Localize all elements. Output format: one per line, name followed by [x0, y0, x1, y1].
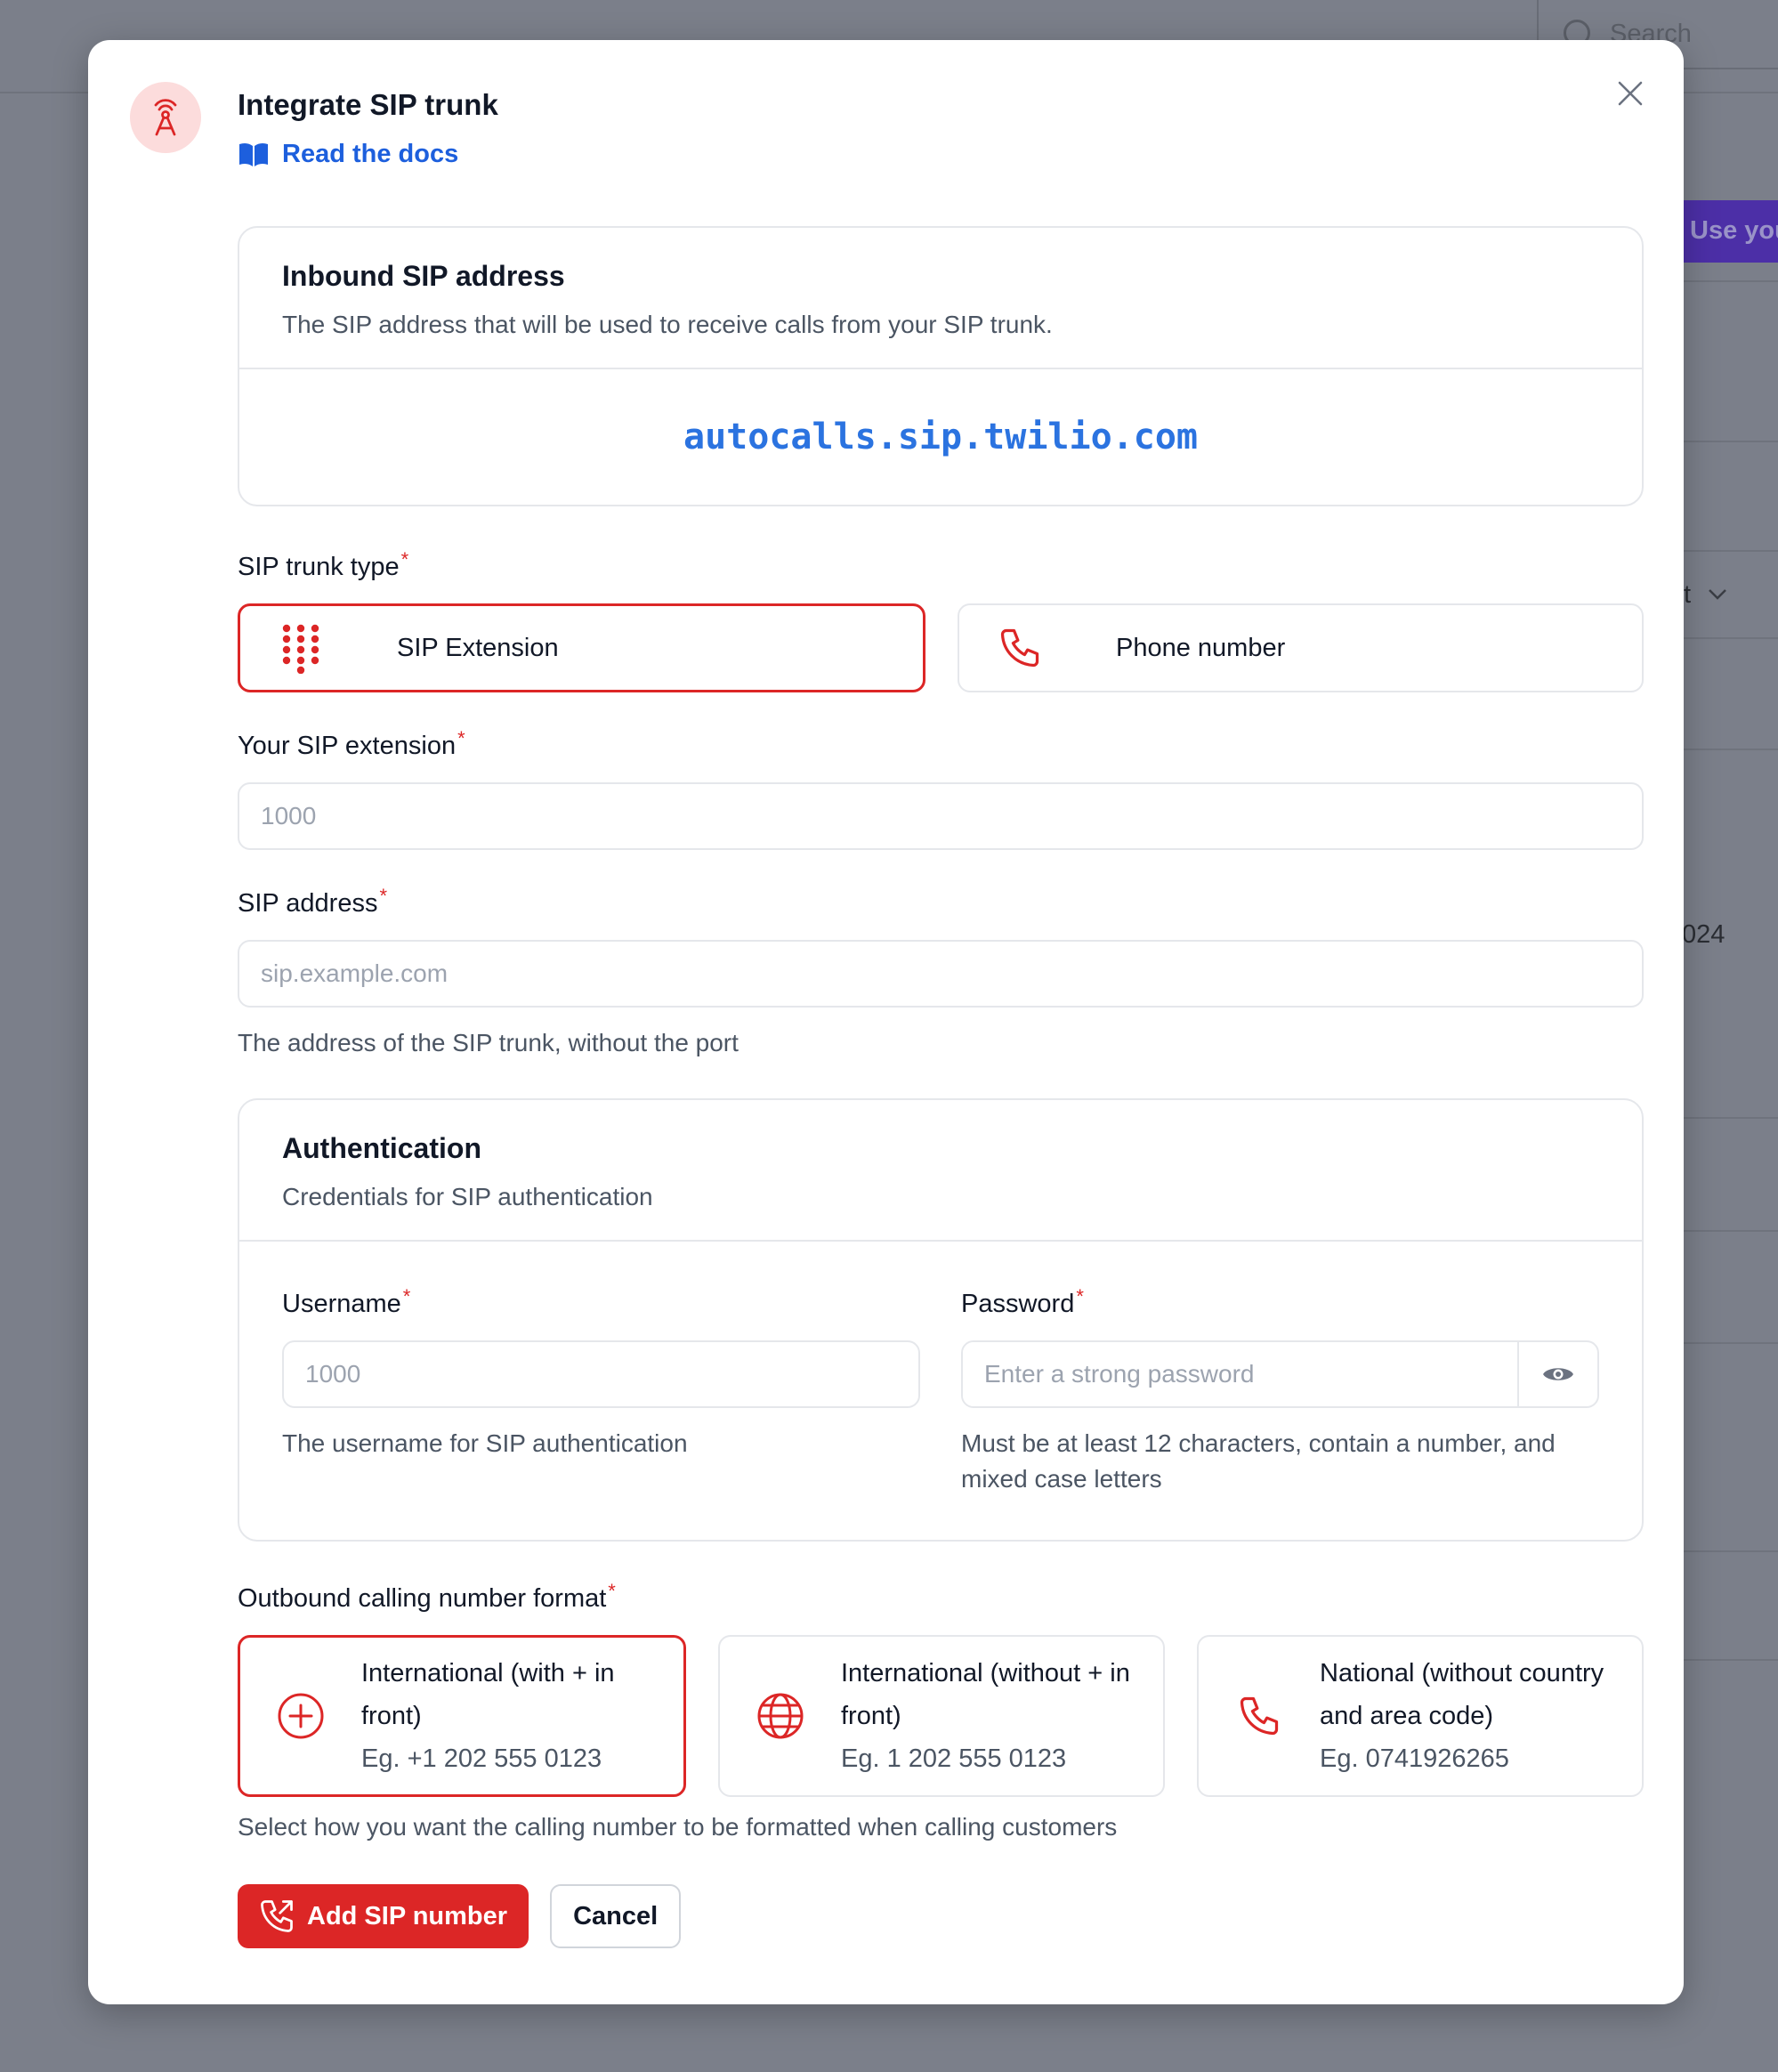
- trunk-type-options: SIP Extension Phone number: [238, 603, 1644, 692]
- trunk-type-option-phone-number[interactable]: Phone number: [958, 603, 1644, 692]
- modal-title: Integrate SIP trunk: [238, 88, 498, 121]
- required-asterisk: *: [400, 548, 409, 571]
- format-option-example: Eg. +1 202 555 0123: [361, 1744, 602, 1773]
- background-use-button: Use you: [1669, 200, 1778, 263]
- inbound-sip-subtitle: The SIP address that will be used to rec…: [282, 311, 1053, 338]
- trunk-type-label: SIP trunk type*: [238, 548, 408, 582]
- format-option-title: National (without country and area code): [1320, 1659, 1604, 1730]
- background-divider: [1682, 280, 1778, 282]
- format-option-text: International (with + in front) Eg. +1 2…: [361, 1652, 683, 1780]
- add-sip-number-button[interactable]: Add SIP number: [238, 1884, 529, 1948]
- inbound-sip-card: Inbound SIP address The SIP address that…: [238, 226, 1644, 506]
- format-option-text: International (without + in front) Eg. 1…: [841, 1652, 1163, 1780]
- sip-address-input[interactable]: [238, 940, 1644, 1008]
- username-label-text: Username: [282, 1290, 401, 1318]
- chevron-down-icon: [1709, 589, 1726, 600]
- read-docs-link[interactable]: Read the docs: [238, 140, 458, 169]
- extension-field-group: Your SIP extension*: [238, 727, 1644, 850]
- extension-label-text: Your SIP extension: [238, 732, 457, 760]
- toggle-password-visibility-button[interactable]: [1517, 1342, 1597, 1406]
- sip-address-hint: The address of the SIP trunk, without th…: [238, 1029, 739, 1056]
- sip-address-label: SIP address*: [238, 885, 387, 919]
- format-option-national[interactable]: National (without country and area code)…: [1197, 1635, 1644, 1797]
- required-asterisk: *: [402, 1285, 411, 1307]
- password-hint: Must be at least 12 characters, contain …: [961, 1429, 1556, 1493]
- header-icon-badge: [130, 82, 201, 153]
- sip-address-field-group: SIP address* The address of the SIP trun…: [238, 885, 1644, 1061]
- modal-actions: Add SIP number Cancel: [238, 1884, 1644, 1948]
- password-label: Password*: [961, 1285, 1084, 1319]
- outbound-format-label: Outbound calling number format*: [238, 1580, 616, 1614]
- username-field-group: Username* The username for SIP authentic…: [282, 1285, 920, 1497]
- username-label: Username*: [282, 1285, 410, 1319]
- inbound-sip-card-header: Inbound SIP address The SIP address that…: [239, 228, 1642, 369]
- trunk-type-option-label: Phone number: [1116, 633, 1286, 662]
- authentication-subtitle: Credentials for SIP authentication: [282, 1183, 653, 1210]
- inbound-sip-title: Inbound SIP address: [282, 260, 565, 292]
- format-option-international-no-plus[interactable]: International (without + in front) Eg. 1…: [718, 1635, 1165, 1797]
- phone-icon: [1199, 1693, 1320, 1739]
- authentication-card-header: Authentication Credentials for SIP authe…: [239, 1100, 1642, 1242]
- password-field: [961, 1340, 1599, 1408]
- trunk-type-label-text: SIP trunk type: [238, 553, 400, 581]
- close-button[interactable]: [1611, 74, 1650, 113]
- format-option-title: International (with + in front): [361, 1659, 615, 1730]
- phone-icon: [993, 625, 1047, 671]
- required-asterisk: *: [1076, 1285, 1084, 1307]
- outbound-format-label-text: Outbound calling number format: [238, 1584, 607, 1613]
- required-asterisk: *: [379, 885, 388, 907]
- format-option-title: International (without + in front): [841, 1659, 1130, 1730]
- format-option-example: Eg. 1 202 555 0123: [841, 1744, 1067, 1773]
- outbound-format-options: International (with + in front) Eg. +1 2…: [238, 1635, 1644, 1797]
- phone-outgoing-icon: [261, 1900, 293, 1932]
- password-label-text: Password: [961, 1290, 1075, 1318]
- format-option-international-plus[interactable]: International (with + in front) Eg. +1 2…: [238, 1635, 686, 1797]
- password-input[interactable]: [963, 1342, 1517, 1406]
- username-input[interactable]: [282, 1340, 920, 1408]
- outbound-format-hint: Select how you want the calling number t…: [238, 1813, 1118, 1841]
- trunk-type-section: SIP trunk type* SIP Extension Phone numb…: [238, 548, 1644, 692]
- format-option-text: National (without country and area code)…: [1320, 1652, 1642, 1780]
- trunk-type-option-label: SIP Extension: [397, 633, 559, 662]
- background-divider: [1682, 1342, 1778, 1344]
- antenna-icon: [154, 99, 177, 136]
- required-asterisk: *: [457, 727, 465, 749]
- authentication-title: Authentication: [282, 1132, 481, 1164]
- dialpad-icon: [274, 622, 327, 674]
- inbound-sip-address: autocalls.sip.twilio.com: [683, 417, 1198, 457]
- authentication-card: Authentication Credentials for SIP authe…: [238, 1098, 1644, 1542]
- background-dropdown-text: t: [1684, 580, 1692, 609]
- outbound-format-section: Outbound calling number format* Internat…: [238, 1580, 1644, 1845]
- extension-label: Your SIP extension*: [238, 727, 465, 761]
- plus-circle-icon: [240, 1691, 361, 1741]
- background-divider: [1682, 1117, 1778, 1119]
- background-divider: [1682, 749, 1778, 750]
- integrate-sip-trunk-modal: Integrate SIP trunk Read the docs Inboun…: [88, 40, 1684, 2004]
- sip-extension-input[interactable]: [238, 782, 1644, 850]
- username-hint: The username for SIP authentication: [282, 1429, 688, 1457]
- background-divider: [1682, 1659, 1778, 1661]
- read-docs-label: Read the docs: [282, 140, 459, 168]
- background-divider: [1682, 637, 1778, 639]
- authentication-fields: Username* The username for SIP authentic…: [239, 1242, 1642, 1540]
- format-option-example: Eg. 0741926265: [1320, 1744, 1509, 1773]
- required-asterisk: *: [608, 1580, 616, 1602]
- modal-content: Inbound SIP address The SIP address that…: [238, 226, 1644, 1948]
- background-date-text: 024: [1682, 920, 1725, 949]
- background-divider: [1682, 1550, 1778, 1552]
- sip-address-label-text: SIP address: [238, 889, 378, 918]
- eye-icon: [1543, 1368, 1573, 1380]
- globe-icon: [720, 1691, 841, 1741]
- add-sip-number-label: Add SIP number: [307, 1901, 508, 1930]
- password-field-group: Password* Must be at least 12 characters…: [961, 1285, 1599, 1497]
- book-icon: [239, 142, 268, 166]
- trunk-type-option-sip-extension[interactable]: SIP Extension: [238, 603, 925, 692]
- background-divider: [1682, 550, 1778, 552]
- close-icon: [1618, 81, 1643, 106]
- background-divider: [1682, 1230, 1778, 1232]
- cancel-button[interactable]: Cancel: [550, 1884, 682, 1948]
- background-divider: [1682, 441, 1778, 442]
